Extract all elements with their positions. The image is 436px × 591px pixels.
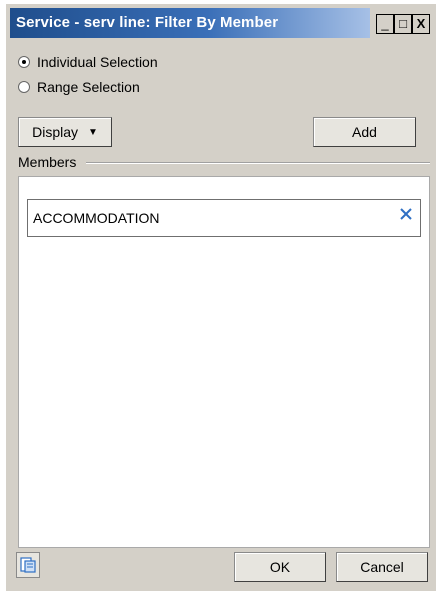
footer: OK Cancel: [6, 552, 436, 591]
minimize-button[interactable]: _: [376, 14, 394, 34]
remove-member-icon[interactable]: [398, 206, 414, 222]
title-bar[interactable]: Service - serv line: Filter By Member: [10, 8, 370, 38]
properties-button[interactable]: [16, 552, 40, 578]
filter-dialog: Service - serv line: Filter By Member _ …: [6, 4, 436, 591]
maximize-button[interactable]: □: [394, 14, 412, 34]
chevron-down-icon: ▼: [88, 126, 98, 138]
list-item[interactable]: ACCOMMODATION: [27, 199, 421, 237]
members-group-label: Members: [18, 154, 77, 170]
add-label: Add: [352, 124, 377, 140]
properties-icon: [20, 557, 36, 573]
radio-individual-selection[interactable]: Individual Selection: [18, 52, 158, 72]
group-divider: [86, 162, 430, 164]
ok-label: OK: [269, 559, 291, 575]
add-button[interactable]: Add: [313, 117, 416, 147]
radio-label: Range Selection: [37, 79, 140, 95]
members-list[interactable]: ACCOMMODATION: [18, 176, 430, 548]
display-dropdown-button[interactable]: Display ▼: [18, 117, 112, 147]
radio-range-selection[interactable]: Range Selection: [18, 77, 140, 97]
cancel-button[interactable]: Cancel: [336, 552, 428, 582]
radio-label: Individual Selection: [37, 54, 158, 70]
radio-unchecked-icon[interactable]: [18, 81, 30, 93]
cancel-label: Cancel: [360, 559, 404, 575]
window-title: Service - serv line: Filter By Member: [16, 14, 279, 31]
display-label: Display: [32, 124, 78, 140]
ok-button[interactable]: OK: [234, 552, 326, 582]
radio-checked-icon[interactable]: [18, 56, 30, 68]
close-button[interactable]: X: [412, 14, 430, 34]
member-label: ACCOMMODATION: [33, 210, 160, 226]
